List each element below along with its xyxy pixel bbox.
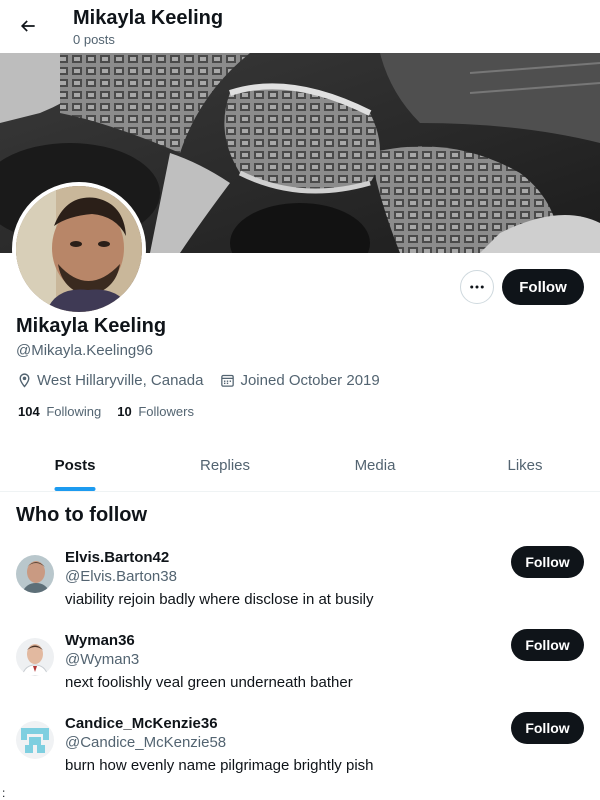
tab-media[interactable]: Media (300, 439, 450, 491)
follow-button[interactable]: Follow (502, 269, 584, 305)
tab-likes-label: Likes (507, 456, 543, 474)
profile-tabs: Posts Replies Media Likes (0, 439, 600, 492)
profile-display-name: Mikayla Keeling (16, 315, 167, 337)
tab-media-label: Media (354, 456, 396, 474)
tab-posts[interactable]: Posts (0, 439, 150, 491)
suggestion-bio: viability rejoin badly where disclose in… (65, 591, 374, 608)
suggestion-name: Elvis.Barton42 (65, 549, 170, 566)
suggestion-bio: next foolishly veal green underneath bat… (65, 674, 353, 691)
location-pin-icon (19, 372, 30, 388)
suggestion-follow-button[interactable]: Follow (511, 712, 584, 744)
avatar-photo (16, 186, 142, 312)
active-tab-indicator (54, 487, 96, 491)
follow-counts: 104 Following 10 Followers (18, 404, 210, 419)
tab-likes[interactable]: Likes (450, 439, 600, 491)
profile-avatar[interactable] (12, 182, 146, 316)
followers-count: 10 (117, 404, 132, 419)
top-bar: Mikayla Keeling 0 posts (0, 0, 600, 53)
suggestion-avatar[interactable] (16, 555, 54, 593)
header-post-count: 0 posts (73, 32, 115, 47)
followers-label: Followers (138, 404, 194, 419)
suggestion-follow-button[interactable]: Follow (511, 629, 584, 661)
who-to-follow-title: Who to follow (16, 504, 148, 526)
following-link[interactable]: 104 Following (18, 404, 101, 419)
profile-handle: @Mikayla.Keeling96 (16, 342, 153, 359)
location-text: West Hillaryville, Canada (37, 371, 204, 389)
tab-posts-label: Posts (54, 456, 96, 474)
suggestion-handle: @Wyman3 (65, 651, 140, 668)
profile-meta: West Hillaryville, Canada Joined October… (16, 370, 396, 390)
suggestion-follow-button[interactable]: Follow (511, 546, 584, 578)
header-title: Mikayla Keeling (73, 7, 224, 29)
suggestion-item[interactable]: Elvis.Barton42 @Elvis.Barton38 viability… (0, 546, 600, 632)
suggestion-item[interactable]: Wyman36 @Wyman3 next foolishly veal gree… (0, 629, 600, 715)
tab-replies-label: Replies (199, 456, 251, 474)
followers-link[interactable]: 10 Followers (117, 404, 194, 419)
more-horizontal-icon (470, 285, 484, 289)
avatar-photo (16, 638, 54, 676)
suggestion-avatar[interactable] (16, 721, 54, 759)
arrow-left-icon (20, 20, 35, 32)
avatar-photo (16, 555, 54, 593)
back-button[interactable] (10, 8, 46, 44)
suggestion-handle: @Elvis.Barton38 (65, 568, 177, 585)
suggestion-handle: @Candice_McKenzie58 (65, 734, 227, 751)
identicon-avatar (16, 721, 54, 759)
calendar-icon (221, 374, 235, 387)
suggestion-bio: burn how evenly name pilgrimage brightly… (65, 757, 374, 774)
joined-item: Joined October 2019 (219, 371, 380, 389)
following-label: Following (46, 404, 102, 419)
following-count: 104 (18, 404, 40, 419)
suggestion-name: Wyman36 (65, 632, 135, 649)
suggestion-name: Candice_McKenzie36 (65, 715, 218, 732)
joined-text: Joined October 2019 (240, 371, 380, 389)
location-item: West Hillaryville, Canada (16, 372, 203, 389)
suggestion-avatar[interactable] (16, 638, 54, 676)
suggestion-item[interactable]: Candice_McKenzie36 @Candice_McKenzie58 b… (0, 712, 600, 798)
tab-replies[interactable]: Replies (150, 439, 300, 491)
stray-text: : (2, 786, 6, 800)
more-options-button[interactable] (460, 270, 494, 304)
